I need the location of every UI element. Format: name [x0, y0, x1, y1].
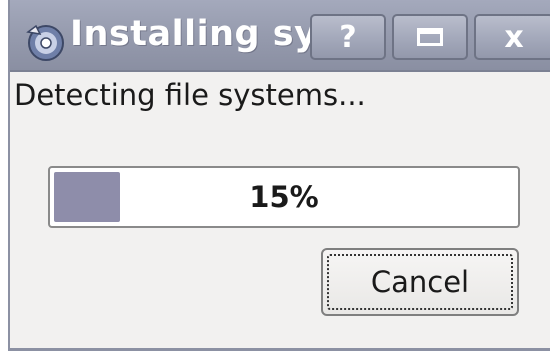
status-message: Detecting file systems...: [14, 78, 366, 112]
window-title: Installing sy: [70, 14, 315, 54]
maximize-button[interactable]: [392, 14, 468, 60]
progress-label: 15%: [249, 180, 319, 214]
close-button[interactable]: x: [474, 14, 550, 60]
install-dialog: Installing sy ? x Detecting file systems…: [8, 0, 550, 351]
installer-disc-icon: [24, 20, 66, 62]
maximize-icon: [417, 28, 443, 46]
help-icon: ?: [339, 19, 357, 55]
cancel-button[interactable]: Cancel: [321, 248, 519, 316]
help-button[interactable]: ?: [310, 14, 386, 60]
close-icon: x: [504, 19, 524, 55]
progress-bar: 15%: [48, 166, 520, 228]
cancel-button-label: Cancel: [370, 265, 470, 299]
title-bar[interactable]: Installing sy ? x: [10, 0, 550, 72]
